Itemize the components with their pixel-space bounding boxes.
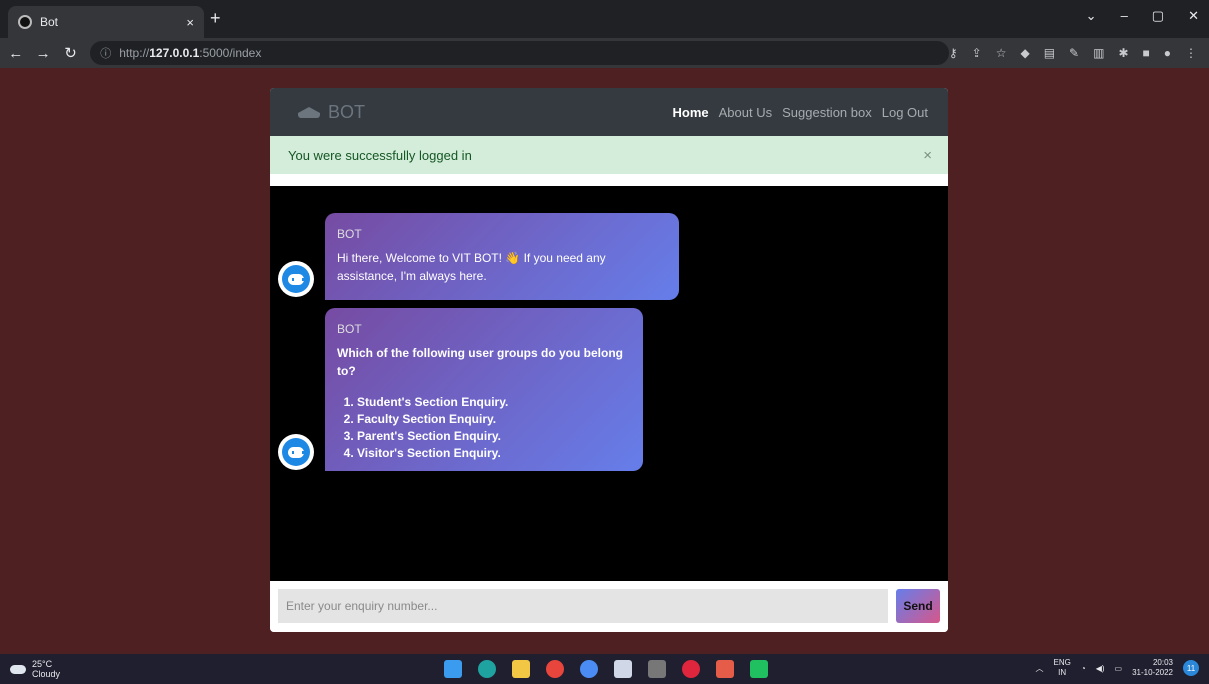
pycharm-icon[interactable] <box>750 660 768 678</box>
address-bar[interactable]: ⓘ http://127.0.0.1:5000/index <box>90 41 949 65</box>
browser-toolbar: ← → ↻ ⓘ http://127.0.0.1:5000/index ⚷ ⇪ … <box>0 38 1209 68</box>
extension-icon[interactable]: ▤ <box>1044 46 1055 60</box>
tab-close-button[interactable]: × <box>186 15 194 30</box>
clock[interactable]: 20:03 31-10-2022 <box>1132 658 1173 678</box>
message-input-bar: Send <box>270 581 948 632</box>
robot-icon <box>282 265 310 293</box>
edge-icon[interactable] <box>478 660 496 678</box>
weather-widget[interactable]: 25°C Cloudy <box>10 659 60 679</box>
weather-condition: Cloudy <box>32 669 61 679</box>
browser-tab[interactable]: Bot × <box>8 6 204 38</box>
back-icon[interactable]: ← <box>4 45 27 62</box>
message-question: Which of the following user groups do yo… <box>337 346 623 378</box>
os-taskbar: 25°C Cloudy ︿ ENG IN ◔ ◀) ▭ 20:03 31-10-… <box>0 654 1209 684</box>
reload-icon[interactable]: ↻ <box>59 44 82 62</box>
nav-menu: Home About Us Suggestion box Log Out <box>673 105 929 120</box>
list-item: Student's Section Enquiry. <box>357 394 631 411</box>
send-button[interactable]: Send <box>896 589 940 623</box>
list-item: Visitor's Section Enquiry. <box>357 445 631 462</box>
language-indicator[interactable]: ENG IN <box>1054 658 1071 678</box>
message-sender: BOT <box>337 322 362 336</box>
nav-item-home[interactable]: Home <box>673 105 709 120</box>
url-host: 127.0.0.1 <box>149 46 200 60</box>
robot-icon <box>282 438 310 466</box>
app-icon[interactable] <box>716 660 734 678</box>
success-alert: You were successfully logged in × <box>270 136 948 174</box>
chat-app-card: BOT Home About Us Suggestion box Log Out… <box>270 88 948 632</box>
message-text: Hi there, Welcome to VIT BOT! 👋 If you n… <box>337 249 667 285</box>
extension-icon[interactable]: ◆ <box>1020 46 1029 60</box>
favicon-icon <box>18 15 32 29</box>
temperature: 25°C <box>32 659 53 669</box>
app-icon[interactable] <box>682 660 700 678</box>
maximize-icon[interactable]: ▢ <box>1152 8 1164 24</box>
chrome-icon[interactable] <box>546 660 564 678</box>
nav-item-log-out[interactable]: Log Out <box>882 105 928 120</box>
menu-icon[interactable]: ⋮ <box>1185 46 1197 60</box>
share-icon[interactable]: ⇪ <box>972 46 982 60</box>
system-tray: ︿ ENG IN ◔ ◀) ▭ 20:03 31-10-2022 11 <box>1036 658 1199 678</box>
notification-badge[interactable]: 11 <box>1183 660 1199 676</box>
forward-icon[interactable]: → <box>31 45 54 62</box>
list-item: Faculty Section Enquiry. <box>357 411 631 428</box>
bot-message: BOT Hi there, Welcome to VIT BOT! 👋 If y… <box>325 213 679 300</box>
bot-avatar-icon <box>278 434 314 470</box>
chevron-up-icon[interactable]: ︿ <box>1036 663 1044 674</box>
option-list: Student's Section Enquiry. Faculty Secti… <box>337 394 631 462</box>
language-code: ENG <box>1053 658 1071 667</box>
chat-window[interactable]: BOT Hi there, Welcome to VIT BOT! 👋 If y… <box>270 186 948 581</box>
minimize-icon[interactable]: – <box>1121 8 1128 24</box>
brand[interactable]: BOT <box>298 102 365 123</box>
alert-close-button[interactable]: × <box>923 147 932 164</box>
new-tab-button[interactable]: + <box>210 8 221 28</box>
battery-icon[interactable]: ▭ <box>1115 664 1123 673</box>
taskbar-apps <box>444 660 768 678</box>
start-icon[interactable] <box>444 660 462 678</box>
bot-message: BOT Which of the following user groups d… <box>325 308 643 471</box>
spacer <box>270 174 948 186</box>
nav-item-about-us[interactable]: About Us <box>719 105 772 120</box>
key-icon[interactable]: ⚷ <box>949 46 958 60</box>
waving-hand-icon: 👋 <box>505 251 521 265</box>
window-controls: ⌄ – ▢ ✕ <box>1086 8 1199 24</box>
extensions-bar: ⚷ ⇪ ☆ ◆ ▤ ✎ ▥ ✱ ■ ● ⋮ <box>949 46 1197 60</box>
message-sender: BOT <box>337 227 362 241</box>
cloud-icon <box>10 664 26 674</box>
store-icon[interactable] <box>614 660 632 678</box>
file-explorer-icon[interactable] <box>512 660 530 678</box>
alert-message: You were successfully logged in <box>288 147 472 163</box>
wifi-icon[interactable]: ◔ <box>1081 664 1086 673</box>
tab-title: Bot <box>40 15 59 29</box>
browser-tabstrip: Bot × + ⌄ – ▢ ✕ <box>0 0 1209 38</box>
enquiry-input[interactable] <box>278 589 888 623</box>
chrome-icon[interactable] <box>580 660 598 678</box>
list-item: Parent's Section Enquiry. <box>357 428 631 445</box>
message-text-part: Hi there, Welcome to VIT BOT! <box>337 251 502 265</box>
clock-time: 20:03 <box>1152 658 1173 667</box>
settings-icon[interactable] <box>648 660 666 678</box>
bot-avatar-icon <box>278 261 314 297</box>
graduation-cap-icon <box>298 105 320 119</box>
nav-item-suggestion-box[interactable]: Suggestion box <box>782 105 872 120</box>
app-navbar: BOT Home About Us Suggestion box Log Out <box>270 88 948 136</box>
bookmark-star-icon[interactable]: ☆ <box>996 46 1007 60</box>
url-rest: :5000/index <box>199 46 262 60</box>
brand-name: BOT <box>328 101 366 122</box>
site-info-icon[interactable]: ⓘ <box>100 45 111 61</box>
puzzle-icon[interactable]: ✱ <box>1118 46 1128 60</box>
clock-date: 31-10-2022 <box>1132 668 1173 677</box>
tab-search-icon[interactable]: ⌄ <box>1086 8 1097 24</box>
close-window-icon[interactable]: ✕ <box>1188 8 1199 24</box>
extension-icon[interactable]: ▥ <box>1093 46 1104 60</box>
profile-icon[interactable]: ● <box>1164 46 1171 60</box>
extension-icon[interactable]: ✎ <box>1069 46 1079 60</box>
region-code: IN <box>1058 668 1067 677</box>
sidepanel-icon[interactable]: ■ <box>1143 46 1150 60</box>
volume-icon[interactable]: ◀) <box>1096 664 1105 673</box>
url-prefix: http:// <box>119 46 150 60</box>
